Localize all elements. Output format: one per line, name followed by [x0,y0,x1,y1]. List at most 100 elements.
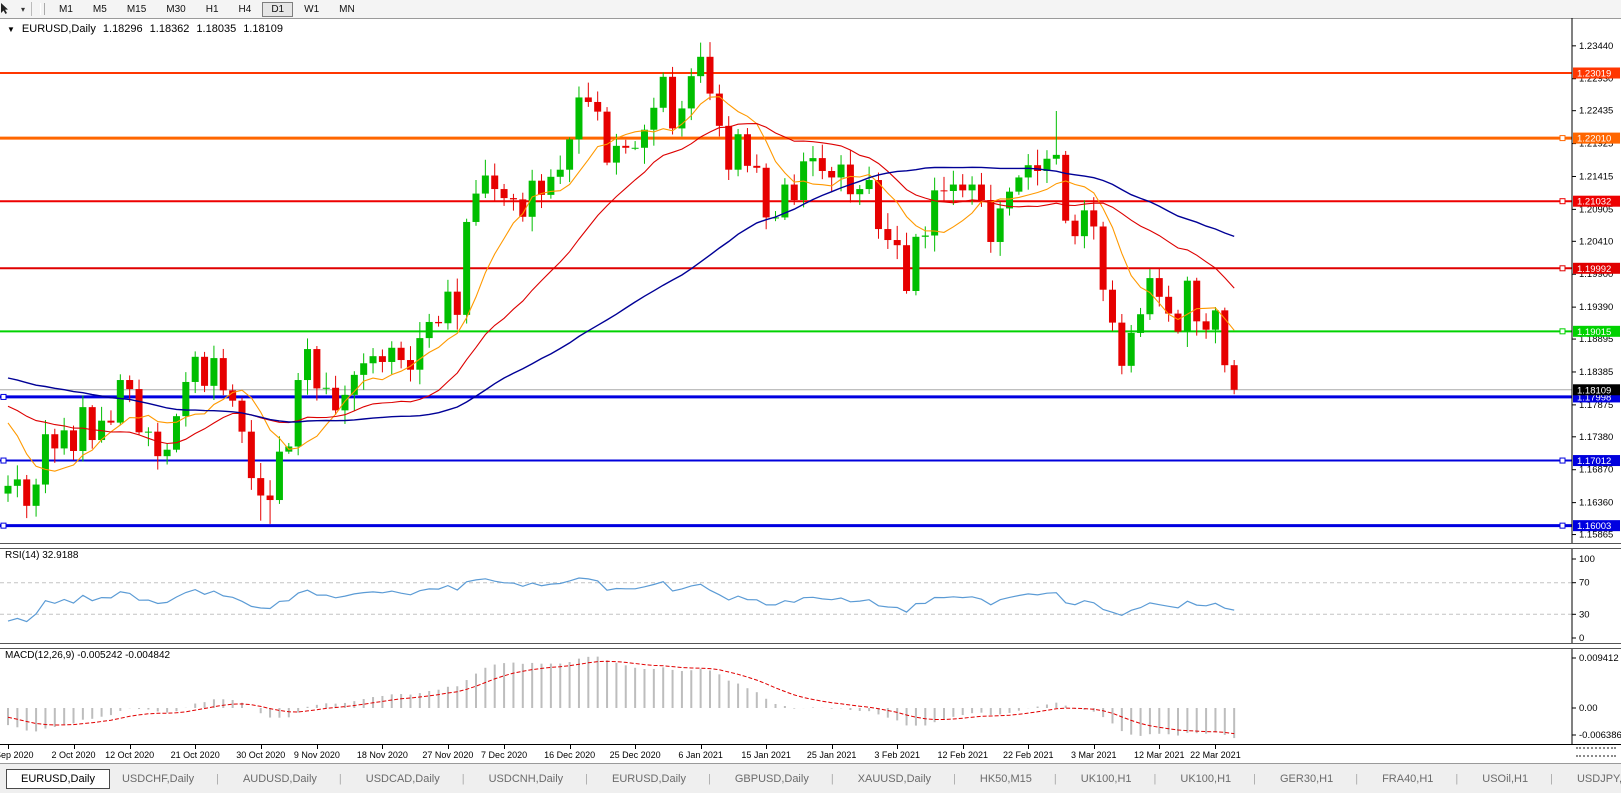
chart-title: ▼ EURUSD,Daily 1.18296 1.18362 1.18035 1… [7,23,283,35]
date-tick [570,745,571,749]
tab-label: UK100,H1 [1180,773,1231,785]
timeframe-button-h4[interactable]: H4 [230,2,261,17]
timeframe-button-w1[interactable]: W1 [295,2,328,17]
rsi-name: RSI(14) [5,550,39,561]
macd-indicator-panel[interactable]: 0.0094120.00-0.006386 [0,647,1621,744]
cursor-dropdown-caret-icon[interactable]: ▾ [21,5,25,14]
date-label: 23 Sep 2020 [0,750,34,760]
tab-gbpusd-daily[interactable]: GBPUSD,Daily| [723,769,846,789]
tab-label: EURUSD,Daily [612,773,686,785]
tab-xauusd-daily[interactable]: XAUUSD,Daily| [846,769,968,789]
rsi-axis[interactable]: 10070300 [1572,554,1595,643]
tab-separator: | [708,773,711,785]
tab-separator: | [216,773,219,785]
date-label: 25 Dec 2020 [610,750,661,760]
macd-axis[interactable]: 0.0094120.00-0.006386 [1572,653,1621,741]
date-label: 7 Dec 2020 [481,750,527,760]
date-label: 16 Dec 2020 [544,750,595,760]
timeframe-button-d1[interactable]: D1 [262,2,293,17]
date-tick [1215,745,1216,749]
tab-label: EURUSD,Daily [21,773,95,785]
svg-text:70: 70 [1579,578,1590,589]
timeframe-button-h1[interactable]: H1 [197,2,228,17]
tab-fra40-h1[interactable]: FRA40,H1 | [1370,769,1470,789]
tab-separator: | [1054,773,1057,785]
date-label: 18 Nov 2020 [357,750,408,760]
svg-text:1.16003: 1.16003 [1577,521,1611,532]
hline-right-handle[interactable] [1560,136,1565,141]
date-tick [832,745,833,749]
tab-usdchf-daily[interactable]: USDCHF,Daily| [110,769,231,789]
timeframe-button-m15[interactable]: M15 [118,2,155,17]
timeframe-button-group: M1M5M15M30H1H4D1W1MN [49,2,365,17]
timeframe-button-m30[interactable]: M30 [157,2,194,17]
svg-text:1.20410: 1.20410 [1579,236,1613,247]
hline-right-handle[interactable] [1560,523,1565,528]
tab-uk100-h1[interactable]: UK100,H1| [1069,769,1169,789]
date-tick [317,745,318,749]
svg-text:1.19015: 1.19015 [1577,327,1611,338]
date-label: 2 Oct 2020 [52,750,96,760]
tab-eurusd-daily[interactable]: EURUSD,Daily | [600,769,723,789]
hline-left-handle[interactable] [1,458,6,463]
tab-usdcnh-daily[interactable]: USDCNH,Daily| [477,769,600,789]
slow-ma-line [8,167,1234,422]
hline-left-handle[interactable] [1,394,6,399]
tab-label: HK50,M15 [980,773,1032,785]
tab-separator: | [1550,773,1553,785]
svg-text:1.21415: 1.21415 [1579,171,1613,182]
date-tick [766,745,767,749]
svg-text:1.23440: 1.23440 [1579,41,1613,52]
date-label: 12 Mar 2021 [1134,750,1185,760]
svg-text:1.18109: 1.18109 [1577,385,1611,396]
tab-usdjpy-h1[interactable]: USDJPY,H1| [1565,769,1621,789]
rsi-indicator-panel[interactable]: 10070300 [0,547,1621,643]
tab-eurusd-daily[interactable]: EURUSD,Daily [6,769,110,789]
fast-ma-line [8,97,1234,472]
svg-text:1.18385: 1.18385 [1579,367,1613,378]
hline-right-handle[interactable] [1560,458,1565,463]
panel-splitter-macd[interactable] [0,643,1621,649]
mt4-window: ▾ M1M5M15M30H1H4D1W1MN ▼ EURUSD,Daily 1.… [0,0,1621,793]
hline-right-handle[interactable] [1560,199,1565,204]
date-axis[interactable]: 23 Sep 2020 2 Oct 2020 12 Oct 2020 21 Oct 2… [0,744,1621,764]
svg-text:0.009412: 0.009412 [1579,653,1619,664]
panel-splitter-rsi[interactable] [0,543,1621,549]
hline-right-handle[interactable] [1560,329,1565,334]
arrow-cursor-icon[interactable] [3,2,19,16]
tab-label: GBPUSD,Daily [735,773,809,785]
timeframe-button-mn[interactable]: MN [330,2,364,17]
svg-text:1.23019: 1.23019 [1577,69,1611,80]
svg-text:1.21032: 1.21032 [1577,197,1611,208]
date-tick [635,745,636,749]
tab-usdcad-daily[interactable]: USDCAD,Daily| [354,769,477,789]
ohlc-high: 1.18362 [150,23,190,35]
tab-label: USDJPY,H1 [1577,773,1621,785]
candlestick-series [5,42,1238,524]
svg-text:1.19992: 1.19992 [1577,264,1611,275]
tab-separator: | [1455,773,1458,785]
chart-menu-triangle-icon[interactable]: ▼ [7,25,15,34]
ohlc-close: 1.18109 [243,23,283,35]
main-price-chart[interactable]: 1.234401.229301.224351.219251.214151.209… [0,18,1621,543]
tab-audusd-daily[interactable]: AUDUSD,Daily| [231,769,354,789]
hline-left-handle[interactable] [1,523,6,528]
date-label: 21 Oct 2020 [171,750,220,760]
hline-right-handle[interactable] [1560,266,1565,271]
tab-label: FRA40,H1 [1382,773,1433,785]
tab-usoil-h1[interactable]: USOil,H1| [1470,769,1565,789]
timeframe-button-m1[interactable]: M1 [50,2,82,17]
toolbar-grip[interactable] [40,3,45,15]
tab-separator: | [462,773,465,785]
timeframe-button-m5[interactable]: M5 [84,2,116,17]
tab-uk100-h1[interactable]: UK100,H1| [1168,769,1268,789]
tab-hk50-m15[interactable]: HK50,M15 | [968,769,1069,789]
ohlc-low: 1.18035 [196,23,236,35]
date-label: 25 Jan 2021 [807,750,857,760]
date-label: 9 Nov 2020 [294,750,340,760]
date-label: 12 Oct 2020 [105,750,154,760]
axis-corner-grip[interactable] [1576,747,1616,757]
rsi-current-value: 32.9188 [42,550,78,561]
tab-ger30-h1[interactable]: GER30,H1| [1268,769,1370,789]
date-tick [897,745,898,749]
